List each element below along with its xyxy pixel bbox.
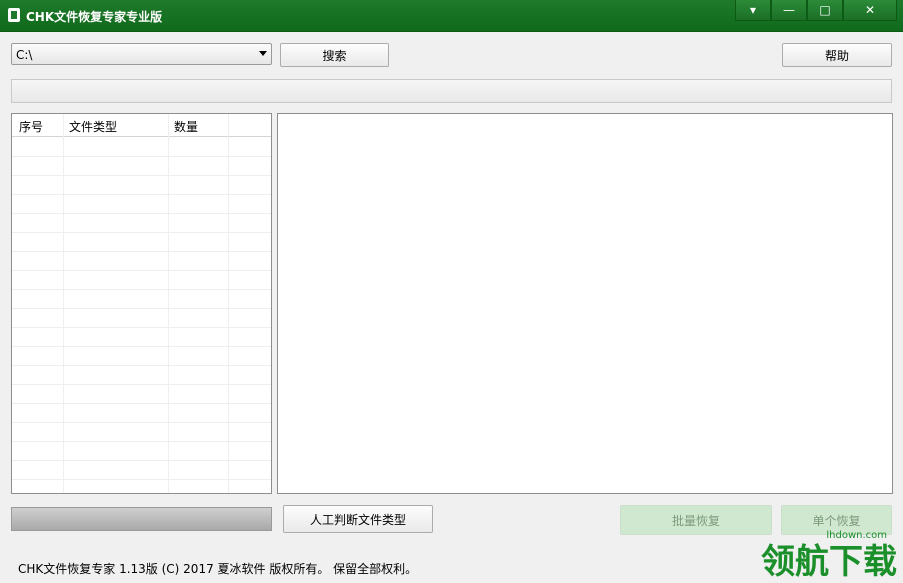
search-button[interactable]: 搜索 [280, 43, 389, 67]
manual-file-type-button[interactable]: 人工判断文件类型 [283, 505, 433, 533]
table-row[interactable] [12, 460, 271, 480]
menu-dropdown-button[interactable]: ▾ [735, 0, 771, 21]
table-row[interactable] [12, 384, 271, 404]
drive-select-value: C:\ [16, 48, 33, 62]
table-row[interactable] [12, 270, 271, 290]
table-row[interactable] [12, 365, 271, 385]
window-controls: ▾ — □ ✕ [735, 0, 897, 22]
close-button[interactable]: ✕ [843, 0, 897, 21]
scan-progress-bar [11, 79, 892, 103]
table-row[interactable] [12, 346, 271, 366]
table-row[interactable] [12, 194, 271, 214]
chevron-down-icon [259, 51, 267, 56]
table-row[interactable] [12, 327, 271, 347]
table-row[interactable] [12, 422, 271, 442]
table-row[interactable] [12, 251, 271, 271]
column-header-count[interactable]: 数量 [174, 118, 198, 135]
recovery-progress-bar [11, 507, 272, 531]
table-row[interactable] [12, 175, 271, 195]
table-row[interactable] [12, 232, 271, 252]
title-bar: CHK文件恢复专家专业版 ▾ — □ ✕ [0, 0, 903, 32]
file-type-table[interactable]: 序号 文件类型 数量 [11, 113, 272, 494]
table-row[interactable] [12, 156, 271, 176]
table-header: 序号 文件类型 数量 [12, 114, 271, 137]
preview-panel[interactable] [277, 113, 893, 494]
status-bar-text: CHK文件恢复专家 1.13版 (C) 2017 夏冰软件 版权所有。 保留全部… [18, 562, 418, 576]
maximize-button[interactable]: □ [807, 0, 843, 21]
table-row[interactable] [12, 308, 271, 328]
table-row[interactable] [12, 403, 271, 423]
help-button[interactable]: 帮助 [782, 43, 892, 67]
column-header-file-type[interactable]: 文件类型 [69, 118, 117, 135]
drive-select[interactable]: C:\ [11, 43, 272, 65]
minimize-button[interactable]: — [771, 0, 807, 21]
table-row[interactable] [12, 137, 271, 157]
watermark-text: 领航下载 [761, 542, 897, 582]
app-icon [8, 8, 20, 22]
table-row[interactable] [12, 441, 271, 461]
window-title: CHK文件恢复专家专业版 [26, 10, 163, 24]
watermark-logo: lhdown.com 领航下载 [707, 523, 897, 583]
main-content: C:\ 搜索 帮助 序号 文件类型 数量 人工判断文件类型 批量恢复 单个恢复 … [0, 32, 903, 583]
column-header-index[interactable]: 序号 [19, 118, 43, 135]
table-row[interactable] [12, 289, 271, 309]
table-row[interactable] [12, 213, 271, 233]
